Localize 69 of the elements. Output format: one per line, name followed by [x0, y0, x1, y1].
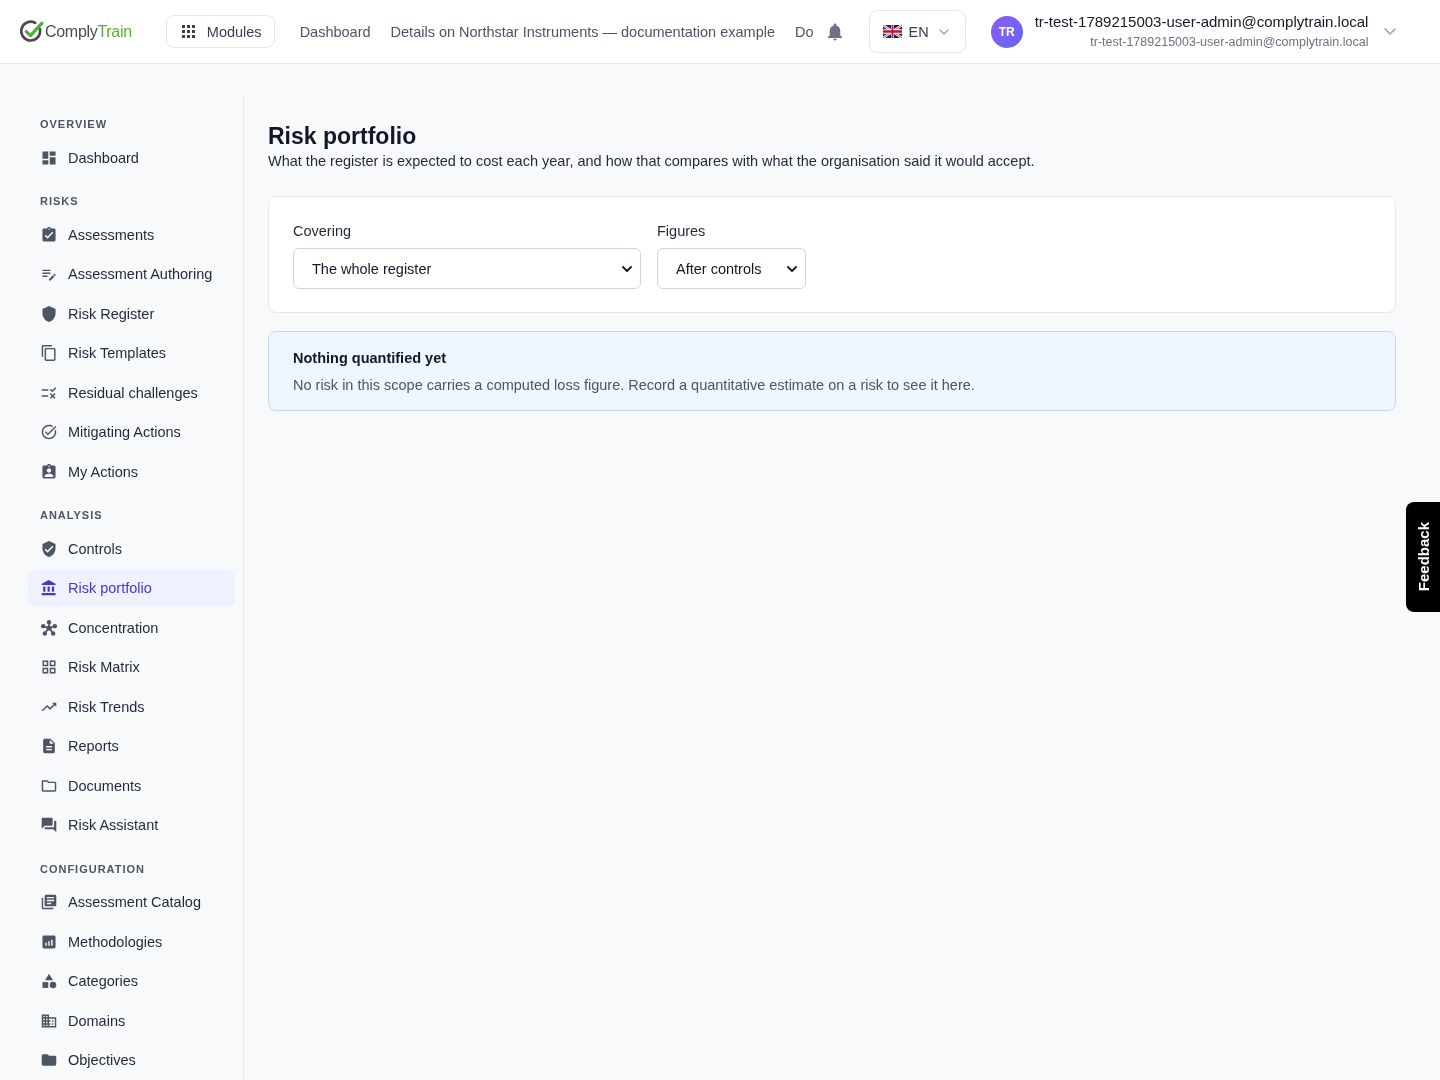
section-heading: CONFIGURATION [40, 861, 146, 876]
building-icon [41, 1012, 57, 1029]
sidebar-item[interactable]: Assessments [28, 216, 235, 253]
logo-text: ComplyTrain [45, 22, 132, 41]
checklist-x-icon [41, 384, 57, 401]
sidebar-item[interactable]: Reports [28, 727, 235, 765]
chevron-down-icon [622, 265, 632, 272]
bell-icon[interactable] [827, 22, 842, 41]
flag-icon [882, 25, 902, 38]
clipboard-person-icon [41, 463, 57, 480]
chevron-down-icon[interactable] [1384, 28, 1397, 35]
nav-link[interactable]: Details on Northstar Instruments — documentation example [390, 23, 775, 40]
notice-text: No risk in this scope carries a computed loss figure. Record a quantitative estimate on a risk to see it here. [293, 376, 976, 395]
page-subtitle: What the register is expected to cost each year, and how that compares with what the organisation said it would accept. [268, 152, 1036, 171]
sidebar-item[interactable]: Controls [28, 530, 235, 567]
bank-icon [41, 580, 57, 596]
sidebar-item[interactable]: Assessment Authoring [28, 255, 235, 293]
grid-icon [41, 659, 57, 675]
chat-bubbles-icon [41, 817, 57, 833]
nav-link[interactable]: Do [795, 23, 814, 40]
logo-icon [20, 20, 44, 43]
bar-chart-icon [41, 933, 57, 950]
sidebar-item[interactable]: Mitigating Actions [28, 413, 235, 451]
select-field[interactable]: The whole register [293, 248, 641, 289]
language-button[interactable]: EN [868, 10, 966, 53]
select-field[interactable]: After controls [657, 248, 806, 289]
hub-icon [41, 619, 57, 636]
grid-dots-icon [181, 25, 195, 38]
user-avatar: TR [990, 15, 1023, 48]
modules-button[interactable]: Modules [165, 15, 275, 48]
sidebar-item[interactable]: Categories [28, 962, 235, 1000]
field-label: Covering [293, 222, 352, 241]
section-heading: ANALYSIS [40, 508, 104, 522]
document-icon [41, 738, 57, 754]
clipboard-check-icon [41, 226, 57, 243]
feedback-tab[interactable]: Feedback [1406, 502, 1440, 612]
nav-link[interactable]: Dashboard [299, 23, 371, 40]
chevron-down-icon [787, 265, 797, 272]
sidebar-item[interactable]: Dashboard [28, 139, 235, 176]
user-email: tr-test-1789215003-user-admin@complytrain.local [1090, 34, 1369, 50]
sidebar-item[interactable]: Risk Register [28, 295, 235, 332]
sidebar-item[interactable]: Risk Trends [28, 688, 235, 725]
field-label: Figures [657, 222, 706, 241]
chevron-down-icon [938, 28, 949, 35]
shapes-icon [41, 973, 57, 989]
section-heading: RISKS [40, 194, 80, 208]
sidebar-item[interactable]: Assessment Catalog [28, 883, 235, 921]
sidebar-item[interactable]: Documents [28, 767, 235, 804]
sidebar-item[interactable]: Concentration [28, 609, 235, 646]
folder-icon [41, 777, 57, 794]
sidebar-item[interactable]: Methodologies [28, 923, 235, 960]
books-icon [41, 894, 57, 910]
notice-title: Nothing quantified yet [293, 349, 448, 368]
shield-icon [41, 305, 57, 322]
sidebar-item[interactable]: Risk Assistant [28, 806, 235, 844]
section-heading: OVERVIEW [40, 117, 108, 131]
shield-check-icon [41, 540, 57, 557]
dashboard-icon [41, 149, 57, 166]
sidebar-item[interactable]: Risk portfolio [28, 569, 235, 607]
sidebar-item[interactable]: My Actions [28, 453, 235, 490]
page-title: Risk portfolio [268, 122, 418, 151]
sidebar-item[interactable]: Domains [28, 1002, 235, 1039]
copy-icon [41, 345, 57, 361]
sidebar-item[interactable]: Risk Templates [28, 334, 235, 372]
sidebar-item[interactable]: Risk Matrix [28, 648, 235, 686]
sidebar-item[interactable]: Objectives [28, 1041, 235, 1079]
sidebar-item[interactable]: Residual challenges [28, 374, 235, 411]
user-name: tr-test-1789215003-user-admin@complytrain.local [1034, 13, 1369, 31]
folder-icon [41, 1052, 57, 1068]
